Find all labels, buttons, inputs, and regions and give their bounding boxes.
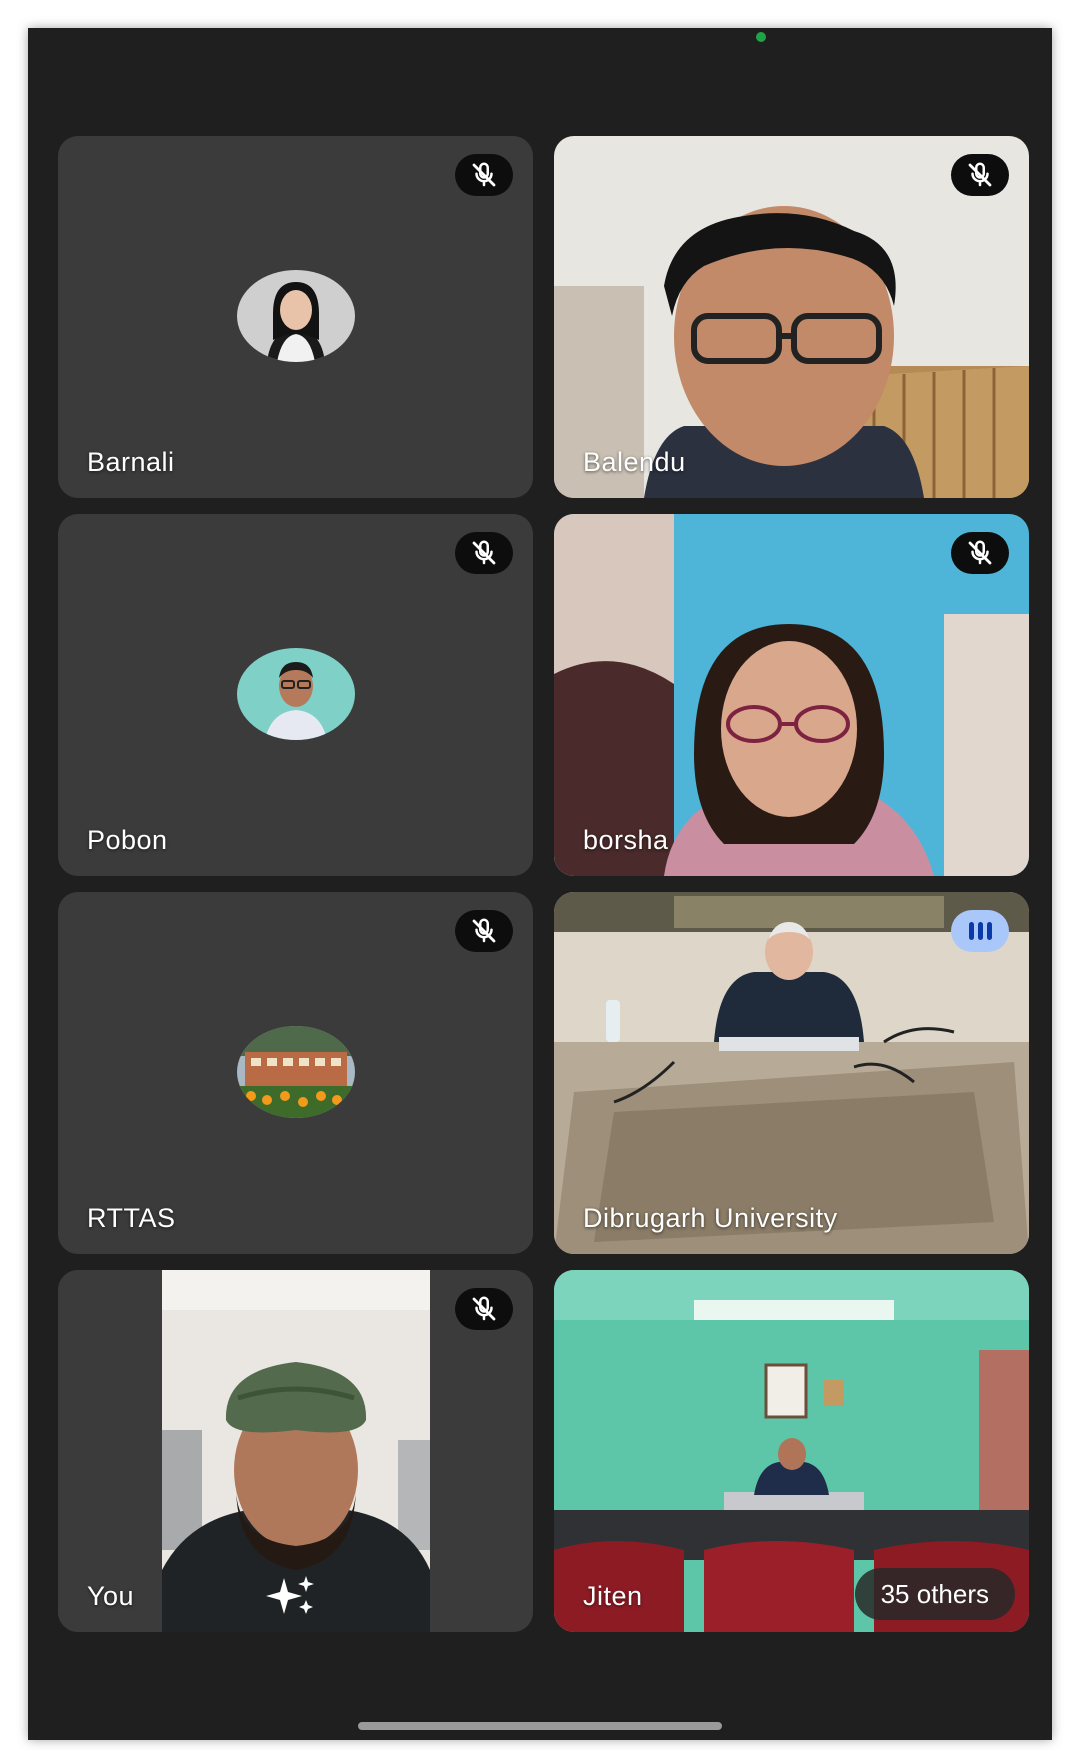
- participant-tile-dibrugarh-university[interactable]: Dibrugarh University: [554, 892, 1029, 1254]
- audio-level-icon: [951, 910, 1009, 952]
- participant-tile-barnali[interactable]: Barnali: [58, 136, 533, 498]
- participant-tile-rttas[interactable]: RTTAS: [58, 892, 533, 1254]
- participant-tile-pobon[interactable]: Pobon: [58, 514, 533, 876]
- participant-name: Dibrugarh University: [583, 1203, 838, 1233]
- others-count-button[interactable]: 35 others: [854, 1568, 1015, 1620]
- participant-tile-you[interactable]: You: [58, 1270, 533, 1632]
- participant-name: RTTAS: [87, 1203, 176, 1233]
- sparkle-icon[interactable]: [266, 1574, 318, 1618]
- home-indicator[interactable]: [358, 1722, 722, 1730]
- participant-name: Barnali: [87, 447, 175, 477]
- avatar-barnali: [236, 270, 355, 362]
- participant-name: Jiten: [583, 1581, 643, 1611]
- mic-off-icon: [455, 154, 513, 196]
- avatar-rttas: [236, 1026, 355, 1118]
- mic-off-icon: [951, 154, 1009, 196]
- participant-tile-jiten[interactable]: Jiten 35 others: [554, 1270, 1029, 1632]
- mic-off-icon: [455, 910, 513, 952]
- participant-name: borsha: [583, 825, 669, 855]
- mic-off-icon: [455, 532, 513, 574]
- participant-name: Balendu: [583, 447, 686, 477]
- participant-tile-balendu[interactable]: Balendu: [554, 136, 1029, 498]
- camera-indicator: [756, 32, 766, 42]
- mic-off-icon: [455, 1288, 513, 1330]
- meeting-screen: Barnali Balendu Pobon borsha RTTAS Dibru…: [28, 28, 1052, 1740]
- mic-off-icon: [951, 532, 1009, 574]
- participant-name: Pobon: [87, 825, 168, 855]
- participant-name: You: [87, 1581, 135, 1611]
- participant-tile-borsha[interactable]: borsha: [554, 514, 1029, 876]
- avatar-pobon: [236, 648, 355, 740]
